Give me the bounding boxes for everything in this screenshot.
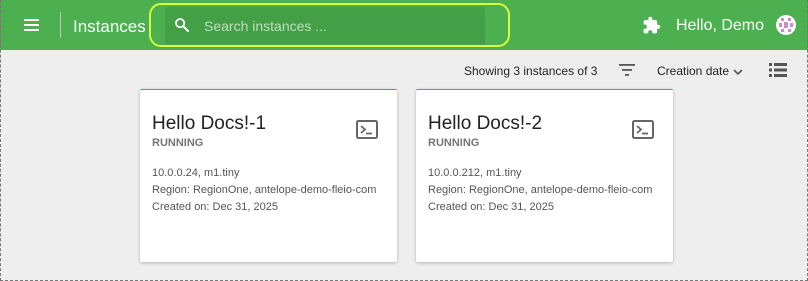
user-greeting[interactable]: Hello, Demo xyxy=(676,17,764,35)
instance-created: Created on: Dec 31, 2025 xyxy=(428,201,554,213)
chevron-down-icon xyxy=(733,69,743,75)
instance-created: Created on: Dec 31, 2025 xyxy=(152,201,278,213)
avatar-icon[interactable] xyxy=(776,15,796,35)
console-icon[interactable] xyxy=(356,120,378,139)
filter-icon[interactable] xyxy=(618,62,636,78)
instance-ip-flavor: 10.0.0.212, m1.tiny xyxy=(428,167,522,179)
instance-status: RUNNING xyxy=(428,137,480,149)
list-view-icon[interactable] xyxy=(769,62,787,78)
page-title: Instances xyxy=(73,17,146,36)
search-icon xyxy=(175,18,189,32)
search-input[interactable] xyxy=(204,15,474,37)
instance-card[interactable]: Hello Docs!-2 RUNNING 10.0.0.212, m1.tin… xyxy=(416,89,673,262)
hamburger-menu-icon[interactable] xyxy=(22,15,42,35)
sort-dropdown[interactable]: Creation date xyxy=(657,64,743,78)
results-count: Showing 3 instances of 3 xyxy=(464,64,598,78)
sort-label: Creation date xyxy=(657,64,730,78)
instance-status: RUNNING xyxy=(152,137,204,149)
instance-region: Region: RegionOne, antelope-demo-fleio-c… xyxy=(428,184,653,196)
puzzle-icon[interactable] xyxy=(642,16,661,35)
console-icon[interactable] xyxy=(632,120,654,139)
instance-ip-flavor: 10.0.0.24, m1.tiny xyxy=(152,167,240,179)
instance-name[interactable]: Hello Docs!-1 xyxy=(152,113,266,135)
header-divider xyxy=(60,12,61,38)
instance-region: Region: RegionOne, antelope-demo-fleio-c… xyxy=(152,184,377,196)
instance-card[interactable]: Hello Docs!-1 RUNNING 10.0.0.24, m1.tiny… xyxy=(140,89,397,262)
instance-name[interactable]: Hello Docs!-2 xyxy=(428,113,542,135)
